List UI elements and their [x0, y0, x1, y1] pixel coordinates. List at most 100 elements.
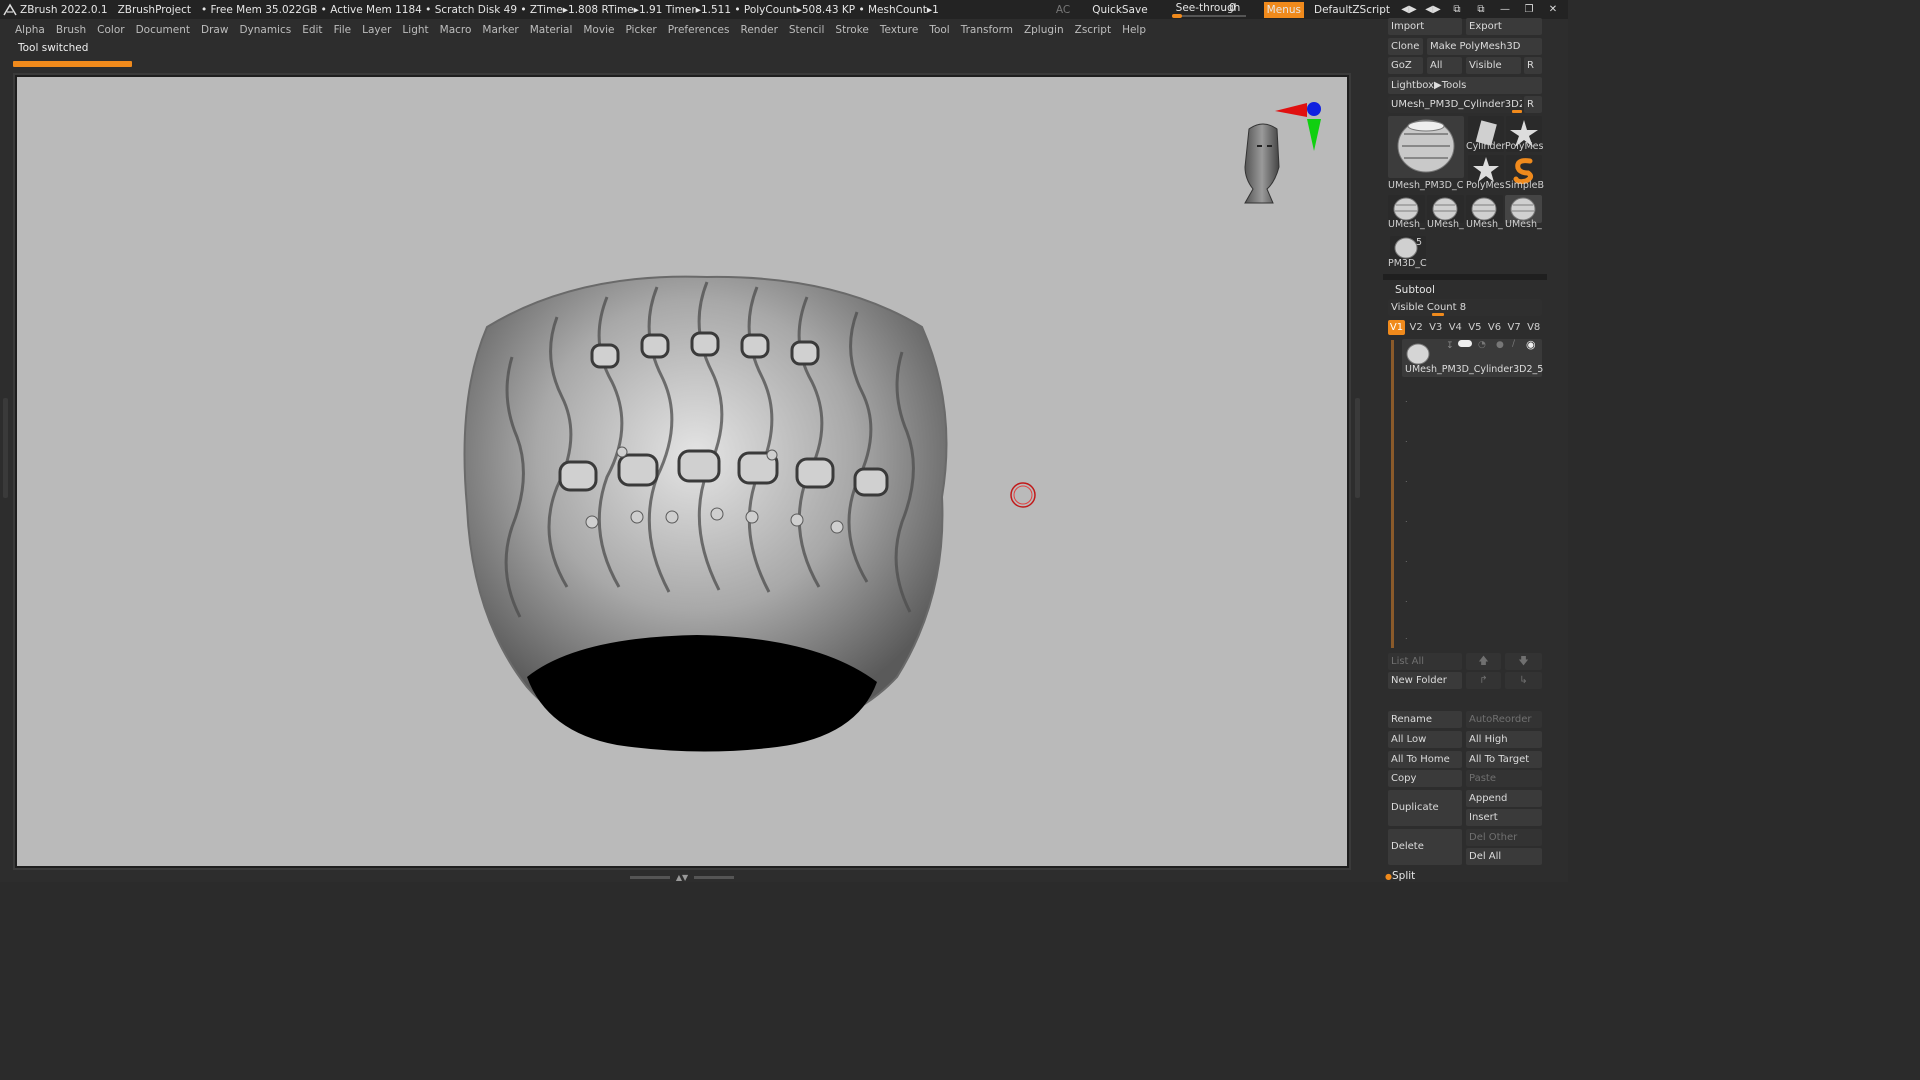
duplicate-button[interactable]: Duplicate: [1388, 790, 1462, 826]
layout-narrow-icon[interactable]: ◀▶: [1400, 3, 1418, 17]
subtool-scrollbar[interactable]: [1391, 340, 1394, 648]
move-up-button[interactable]: 🡅: [1466, 653, 1501, 670]
clone-button[interactable]: Clone: [1388, 38, 1423, 55]
menu-color[interactable]: Color: [97, 24, 124, 36]
navigation-gizmo[interactable]: [1244, 102, 1321, 204]
folder-in-button[interactable]: ↱: [1466, 672, 1501, 689]
version-tab-v6[interactable]: V6: [1486, 320, 1503, 335]
all-to-home-button[interactable]: All To Home: [1388, 751, 1462, 768]
subtool-item[interactable]: ↧ ◔ ● ∕ ◉ UMesh_PM3D_Cylinder3D2_5: [1402, 338, 1543, 377]
eye-icon[interactable]: ◉: [1526, 338, 1536, 351]
seethrough-slider[interactable]: See-through 0: [1170, 1, 1254, 18]
menu-layer[interactable]: Layer: [362, 24, 391, 36]
subtool-brush-icon[interactable]: ∕: [1512, 339, 1515, 349]
insert-button[interactable]: Insert: [1466, 809, 1542, 826]
menu-help[interactable]: Help: [1122, 24, 1146, 36]
list-all-button[interactable]: List All: [1388, 653, 1462, 670]
subtool-flags-icon[interactable]: ↧: [1446, 341, 1454, 351]
new-folder-button[interactable]: New Folder: [1388, 672, 1462, 689]
lightbox-tools-button[interactable]: Lightbox▶Tools: [1388, 77, 1542, 94]
menu-stencil[interactable]: Stencil: [789, 24, 825, 36]
x-axis-arrow[interactable]: [1275, 103, 1307, 117]
del-other-button[interactable]: Del Other: [1466, 829, 1542, 846]
menu-brush[interactable]: Brush: [56, 24, 86, 36]
visible-count-slider[interactable]: Visible Count 8: [1388, 299, 1542, 316]
menu-zscript[interactable]: Zscript: [1075, 24, 1111, 36]
version-tab-v7[interactable]: V7: [1506, 320, 1523, 335]
menu-edit[interactable]: Edit: [302, 24, 322, 36]
menu-material[interactable]: Material: [530, 24, 573, 36]
y-axis-arrow[interactable]: [1307, 119, 1321, 151]
ac-button[interactable]: AC: [1056, 4, 1070, 16]
folder-out-button[interactable]: ↳: [1505, 672, 1542, 689]
current-tool-slider[interactable]: UMesh_PM3D_Cylinder3D2_5: [1388, 96, 1522, 113]
document-canvas[interactable]: [17, 77, 1347, 866]
export-button[interactable]: Export: [1466, 18, 1542, 35]
z-axis-ball[interactable]: [1307, 102, 1321, 116]
restore-icon[interactable]: ❐: [1520, 3, 1538, 17]
minimize-icon[interactable]: —: [1496, 3, 1514, 17]
menu-zplugin[interactable]: Zplugin: [1024, 24, 1064, 36]
version-tab-v5[interactable]: V5: [1466, 320, 1483, 335]
close-icon[interactable]: ✕: [1544, 3, 1562, 17]
layout-wide-icon[interactable]: ◀▶: [1424, 3, 1442, 17]
interface-icon[interactable]: ⧉: [1448, 3, 1466, 17]
subtool-folder-icon[interactable]: ●: [1496, 340, 1504, 350]
del-all-button[interactable]: Del All: [1466, 848, 1542, 865]
windows-icon[interactable]: ⧉: [1472, 3, 1490, 17]
menu-macro[interactable]: Macro: [440, 24, 472, 36]
menu-file[interactable]: File: [334, 24, 352, 36]
right-tray-handle[interactable]: [1355, 398, 1360, 498]
goz-r-button[interactable]: R: [1524, 57, 1542, 74]
menu-render[interactable]: Render: [741, 24, 778, 36]
menu-document[interactable]: Document: [136, 24, 190, 36]
rename-button[interactable]: Rename: [1388, 711, 1462, 728]
menu-tool[interactable]: Tool: [929, 24, 949, 36]
slider-knob[interactable]: [1171, 14, 1182, 18]
version-tab-v1[interactable]: V1: [1388, 320, 1405, 335]
append-button[interactable]: Append: [1466, 790, 1542, 807]
goz-all-button[interactable]: All: [1427, 57, 1462, 74]
default-zscript-button[interactable]: DefaultZScript: [1314, 4, 1390, 16]
goz-visible-button[interactable]: Visible: [1466, 57, 1521, 74]
goz-button[interactable]: GoZ: [1388, 57, 1423, 74]
visible-count-knob[interactable]: [1432, 313, 1444, 316]
sculpted-pot-mesh[interactable]: [463, 275, 948, 752]
menu-draw[interactable]: Draw: [201, 24, 228, 36]
make-polymesh3d-button[interactable]: Make PolyMesh3D: [1427, 38, 1542, 55]
tool-r-button[interactable]: R: [1524, 96, 1542, 113]
menu-stroke[interactable]: Stroke: [835, 24, 868, 36]
import-button[interactable]: Import: [1388, 18, 1462, 35]
all-to-target-button[interactable]: All To Target: [1466, 751, 1542, 768]
bottom-tray-handle[interactable]: ▲▼: [630, 873, 734, 882]
subtool-title[interactable]: Subtool: [1395, 284, 1435, 296]
menu-preferences[interactable]: Preferences: [668, 24, 730, 36]
version-tab-v8[interactable]: V8: [1525, 320, 1542, 335]
quicksave-button[interactable]: QuickSave: [1092, 4, 1147, 16]
menu-picker[interactable]: Picker: [625, 24, 656, 36]
tool-thumb-main[interactable]: [1388, 116, 1464, 178]
menu-transform[interactable]: Transform: [961, 24, 1013, 36]
left-tray-handle[interactable]: [3, 398, 8, 498]
menu-texture[interactable]: Texture: [880, 24, 918, 36]
menu-movie[interactable]: Movie: [583, 24, 614, 36]
version-tab-v2[interactable]: V2: [1408, 320, 1425, 335]
menus-button[interactable]: Menus: [1263, 1, 1304, 18]
menu-alpha[interactable]: Alpha: [15, 24, 45, 36]
version-tab-v3[interactable]: V3: [1427, 320, 1444, 335]
menu-light[interactable]: Light: [402, 24, 428, 36]
split-section-title[interactable]: Split: [1392, 870, 1415, 882]
all-high-button[interactable]: All High: [1466, 731, 1542, 748]
all-low-button[interactable]: All Low: [1388, 731, 1462, 748]
subtool-solo-icon[interactable]: ◔: [1478, 340, 1486, 350]
subtool-toggle-icon[interactable]: [1458, 340, 1472, 347]
move-down-button[interactable]: 🡇: [1505, 653, 1542, 670]
menu-dynamics[interactable]: Dynamics: [239, 24, 291, 36]
version-tab-v4[interactable]: V4: [1447, 320, 1464, 335]
menu-marker[interactable]: Marker: [482, 24, 518, 36]
copy-button[interactable]: Copy: [1388, 770, 1462, 787]
paste-button[interactable]: Paste: [1466, 770, 1542, 787]
autoreorder-button[interactable]: AutoReorder: [1466, 711, 1542, 728]
tool-slider-knob[interactable]: [1512, 110, 1522, 113]
delete-button[interactable]: Delete: [1388, 829, 1462, 865]
